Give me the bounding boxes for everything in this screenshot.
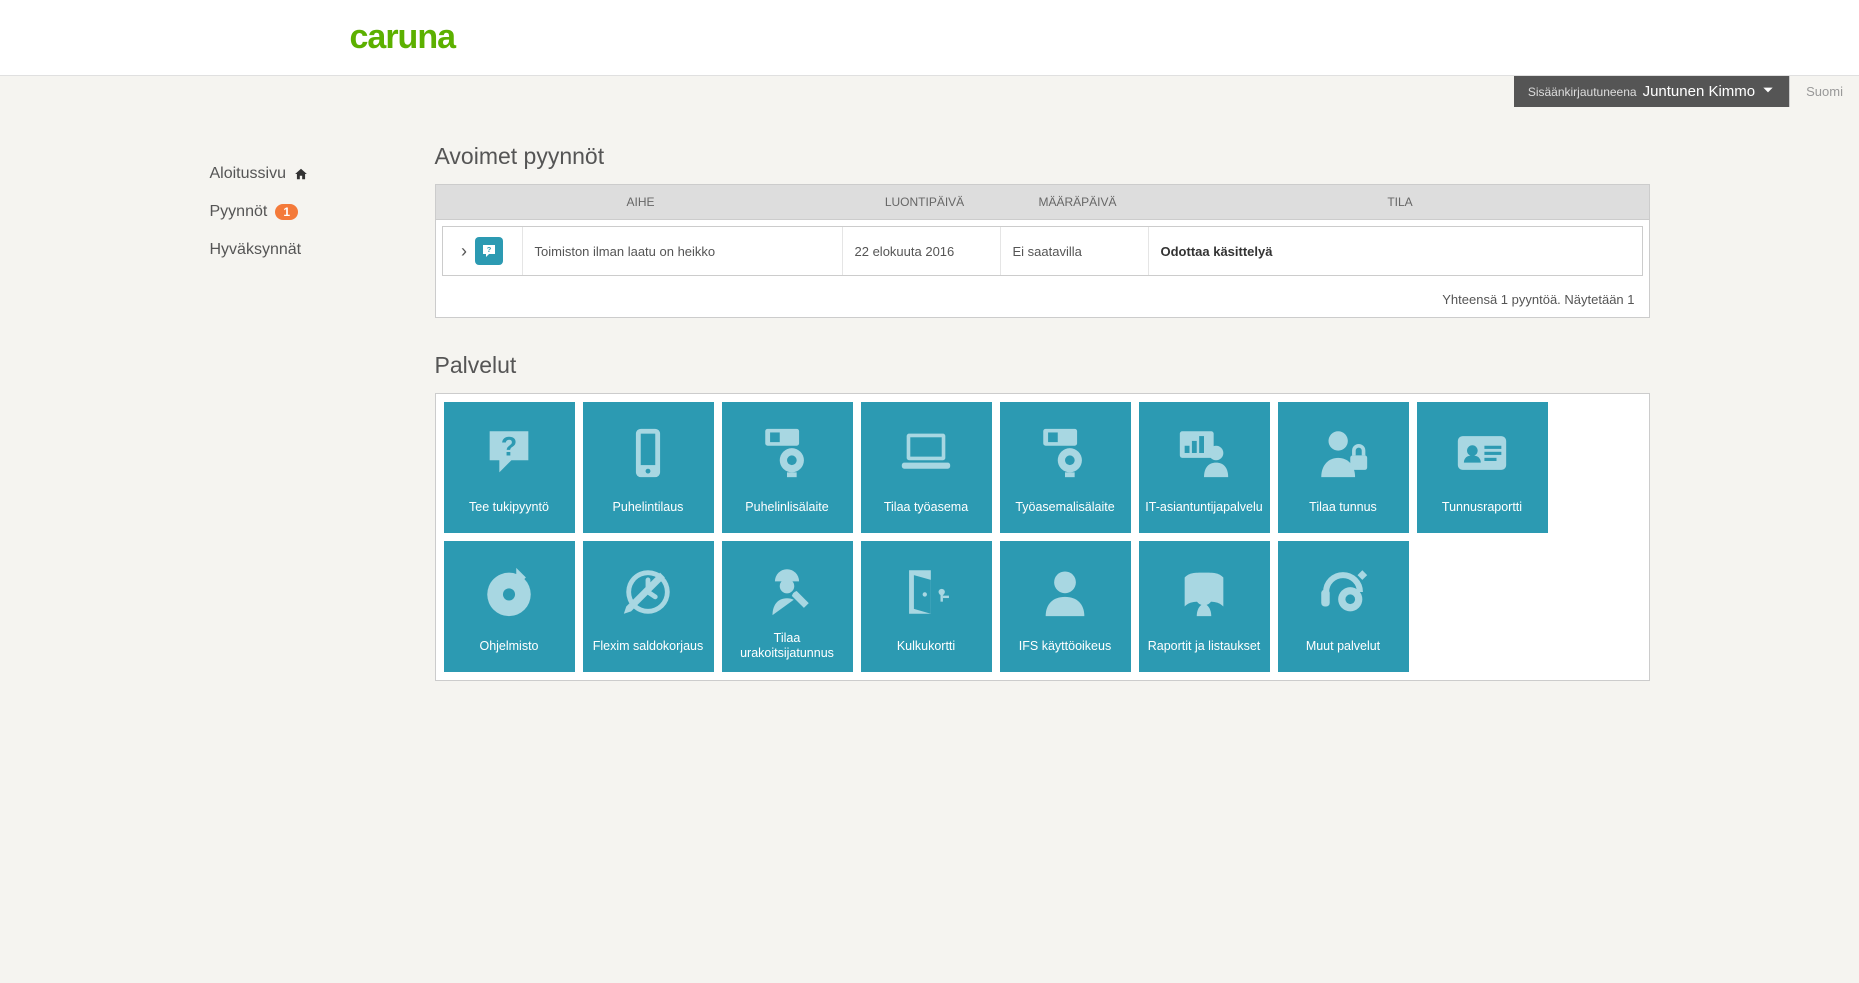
col-due-header: MÄÄRÄPÄIVÄ: [1004, 185, 1152, 219]
phone-icon: [619, 412, 677, 493]
request-created-cell: 22 elokuuta 2016: [843, 227, 1001, 275]
services-heading: Palvelut: [435, 352, 1650, 379]
consult-icon: [1175, 412, 1233, 493]
question-icon: ?: [480, 412, 538, 493]
clock-icon: [619, 551, 677, 632]
open-requests-table: AIHE LUONTIPÄIVÄ MÄÄRÄPÄIVÄ TILA › ? Toi…: [435, 184, 1650, 318]
service-tile-headset[interactable]: Muut palvelut: [1278, 541, 1409, 672]
service-tile-label: Raportit ja listaukset: [1148, 632, 1261, 662]
service-tile-label: IT-asiantuntijapalvelu: [1145, 493, 1262, 523]
user-prefix-label: Sisäänkirjautuneena: [1528, 85, 1637, 99]
service-tile-label: Tilaa työasema: [884, 493, 968, 523]
requests-badge: 1: [275, 204, 298, 220]
request-row[interactable]: › ? Toimiston ilman laatu on heikko 22 e…: [442, 226, 1643, 276]
chevron-down-icon: [1761, 83, 1775, 100]
service-tile-disc[interactable]: Ohjelmisto: [444, 541, 575, 672]
service-tile-userlock[interactable]: Tilaa tunnus: [1278, 402, 1409, 533]
service-tile-label: Ohjelmisto: [479, 632, 538, 662]
webcam-icon: [758, 412, 816, 493]
language-selector[interactable]: Suomi: [1789, 76, 1859, 107]
service-tile-user[interactable]: IFS käyttöoikeus: [1000, 541, 1131, 672]
user-menu[interactable]: Sisäänkirjautuneena Juntunen Kimmo: [1514, 76, 1789, 107]
report-icon: [1175, 551, 1233, 632]
requests-footer-label: Yhteensä 1 pyyntöä. Näytetään 1: [436, 282, 1649, 317]
service-tile-label: Tilaa tunnus: [1309, 493, 1377, 523]
brand-logo[interactable]: caruna: [350, 18, 1650, 57]
headset-icon: [1314, 551, 1372, 632]
svg-text:?: ?: [501, 431, 517, 461]
service-tile-laptop[interactable]: Tilaa työasema: [861, 402, 992, 533]
service-tile-label: IFS käyttöoikeus: [1019, 632, 1111, 662]
service-tile-webcam[interactable]: Työasemalisälaite: [1000, 402, 1131, 533]
user-name-label: Juntunen Kimmo: [1643, 83, 1756, 100]
request-status-cell: Odottaa käsittelyä: [1149, 227, 1642, 275]
sidebar-item-approvals[interactable]: Hyväksynnät: [210, 231, 435, 269]
idcard-icon: [1453, 412, 1511, 493]
service-tile-label: Kulkukortti: [897, 632, 955, 662]
col-status-header: TILA: [1152, 185, 1649, 219]
sidebar-approvals-label: Hyväksynnät: [210, 241, 302, 259]
laptop-icon: [897, 412, 955, 493]
open-requests-heading: Avoimet pyynnöt: [435, 143, 1650, 170]
service-tile-phone[interactable]: Puhelintilaus: [583, 402, 714, 533]
service-tile-webcam[interactable]: Puhelinlisälaite: [722, 402, 853, 533]
user-icon: [1036, 551, 1094, 632]
service-tile-label: Tilaa urakoitsijatunnus: [726, 631, 849, 662]
service-tile-consult[interactable]: IT-asiantuntijapalvelu: [1139, 402, 1270, 533]
service-tile-label: Tunnusraportti: [1442, 493, 1522, 523]
service-tile-label: Puhelintilaus: [613, 493, 684, 523]
sidebar-home-label: Aloitussivu: [210, 165, 286, 183]
disc-icon: [480, 551, 538, 632]
service-tile-door[interactable]: Kulkukortti: [861, 541, 992, 672]
services-grid: ? Tee tukipyyntö Puhelintilaus Puhelinlisäl…: [435, 393, 1650, 681]
service-tile-label: Flexim saldokorjaus: [593, 632, 703, 662]
home-icon: [294, 167, 308, 181]
service-tile-label: Tee tukipyyntö: [469, 493, 549, 523]
svg-text:?: ?: [487, 245, 492, 254]
door-icon: [897, 551, 955, 632]
expand-row-icon[interactable]: ›: [461, 241, 467, 262]
col-created-header: LUONTIPÄIVÄ: [846, 185, 1004, 219]
webcam-icon: [1036, 412, 1094, 493]
sidebar-item-home[interactable]: Aloitussivu: [210, 155, 435, 193]
service-tile-idcard[interactable]: Tunnusraportti: [1417, 402, 1548, 533]
service-tile-contractor[interactable]: Tilaa urakoitsijatunnus: [722, 541, 853, 672]
col-subject-header: AIHE: [436, 185, 846, 219]
sidebar-item-requests[interactable]: Pyynnöt 1: [210, 193, 435, 231]
service-tile-clock[interactable]: Flexim saldokorjaus: [583, 541, 714, 672]
service-tile-label: Puhelinlisälaite: [745, 493, 828, 523]
request-subject-cell: Toimiston ilman laatu on heikko: [523, 227, 843, 275]
sidebar-requests-label: Pyynnöt: [210, 203, 268, 221]
request-due-cell: Ei saatavilla: [1001, 227, 1149, 275]
service-tile-question[interactable]: ? Tee tukipyyntö: [444, 402, 575, 533]
contractor-icon: [758, 551, 816, 631]
userlock-icon: [1314, 412, 1372, 493]
request-type-icon: ?: [475, 237, 503, 265]
service-tile-report[interactable]: Raportit ja listaukset: [1139, 541, 1270, 672]
service-tile-label: Työasemalisälaite: [1015, 493, 1114, 523]
service-tile-label: Muut palvelut: [1306, 632, 1380, 662]
